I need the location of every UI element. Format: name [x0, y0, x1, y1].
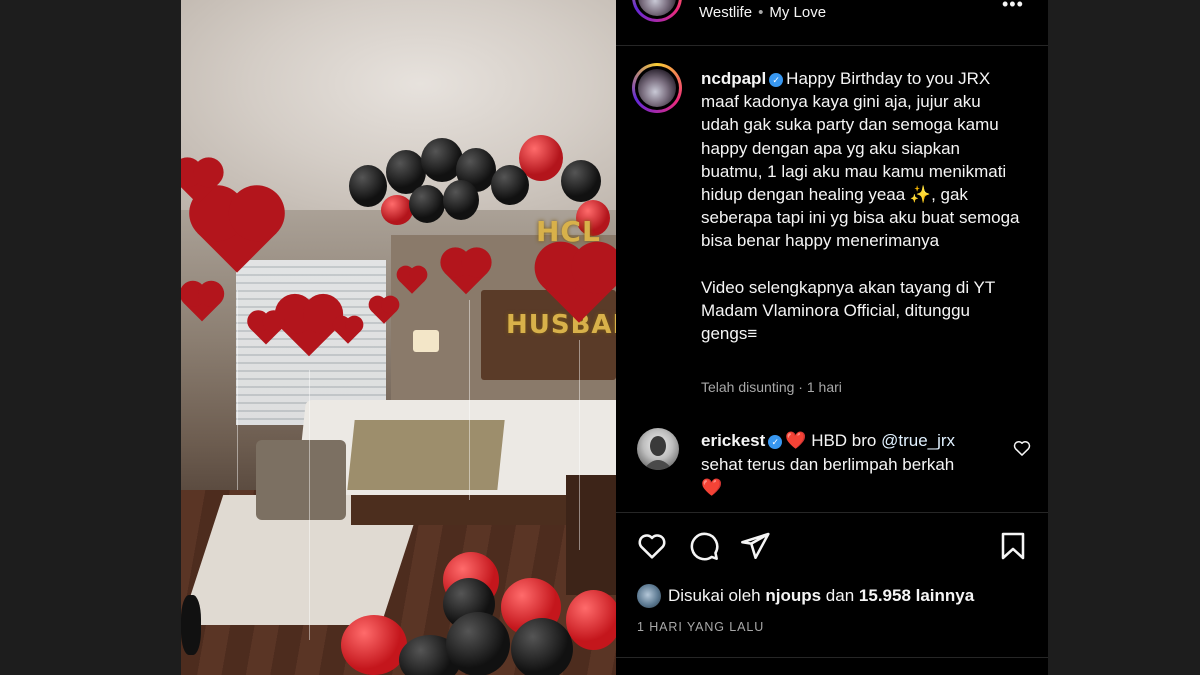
heart-outline-icon[interactable]	[636, 530, 668, 562]
music-artist[interactable]: Westlife	[699, 4, 752, 21]
comment-avatar-image	[643, 436, 673, 470]
comment-text: HBD bro	[811, 431, 877, 450]
balloon-red	[341, 615, 407, 675]
balloon-black	[446, 612, 510, 675]
balloon-red	[566, 590, 616, 650]
comment-mention[interactable]: @true_jrx	[881, 431, 955, 450]
bookmark-icon[interactable]	[997, 530, 1029, 562]
balloon-string	[237, 290, 238, 490]
balloon-string	[309, 370, 310, 640]
balloon-string	[469, 300, 470, 500]
send-icon[interactable]	[739, 530, 771, 562]
header-avatar[interactable]	[632, 0, 682, 22]
music-attribution[interactable]: Westlife • My Love	[699, 4, 826, 21]
footer-divider	[616, 657, 1048, 658]
background-right	[1048, 0, 1200, 675]
header-divider	[616, 45, 1048, 46]
balloon-heart	[181, 275, 230, 322]
caption-text-paragraph2: Video selengkapnya akan tayang di YT Mad…	[701, 277, 995, 344]
action-bar	[616, 530, 1048, 564]
photo-bed-runner	[347, 420, 505, 490]
liker-avatar[interactable]	[637, 584, 661, 608]
balloon-black	[181, 595, 201, 655]
edited-dot: ·	[798, 379, 803, 395]
balloon-red	[381, 195, 413, 225]
edited-time[interactable]: 1 hari	[807, 379, 842, 395]
caption: ncdpapl ✓ Happy Birthday to you JRX maaf k…	[701, 67, 1021, 345]
likes-user[interactable]: njoups	[765, 586, 821, 606]
caption-edited-meta: Telah disunting · 1 hari	[701, 379, 842, 395]
background-left	[0, 0, 181, 675]
caption-avatar[interactable]	[632, 63, 682, 113]
balloon-black	[443, 180, 479, 220]
comment-icon[interactable]	[688, 530, 720, 562]
photo-nightstand	[566, 475, 616, 595]
photo-bench	[256, 440, 346, 520]
caption-text-paragraph1: Happy Birthday to you JRX maaf kadonya k…	[701, 69, 1020, 251]
comment-text-2: sehat terus dan berlimpah berkah	[701, 454, 955, 474]
comment-end-emoji: ❤️	[701, 478, 723, 497]
comment-username[interactable]: erickest	[701, 431, 765, 450]
photo-gold-letters-mid: HUSBAND	[506, 310, 616, 340]
post-photo[interactable]: HCL HUSBAND	[181, 0, 616, 675]
music-track[interactable]: My Love	[769, 4, 826, 21]
balloon-black	[349, 165, 387, 207]
likes-prefix: Disukai oleh	[668, 586, 761, 605]
more-dots-icon[interactable]: •••	[1002, 0, 1024, 15]
balloon-black	[409, 185, 445, 223]
comment: erickest ✓ ❤️ HBD bro @true_jrx sehat teru…	[701, 429, 1001, 500]
balloon-string	[579, 340, 580, 550]
likes-connector: dan	[825, 586, 855, 605]
likes-summary: Disukai oleh njoups dan 15.958 lainnya	[637, 583, 974, 609]
actions-divider	[616, 512, 1048, 513]
photo-lamp	[413, 330, 439, 352]
balloon-black	[561, 160, 601, 202]
comment-avatar[interactable]	[637, 428, 679, 470]
verified-badge-icon: ✓	[769, 73, 784, 87]
post-timestamp[interactable]: 1 HARI YANG LALU	[637, 620, 764, 634]
comment-like-heart-icon[interactable]	[1012, 438, 1032, 458]
balloon-black	[491, 165, 529, 205]
likes-count[interactable]: 15.958 lainnya	[859, 586, 974, 606]
edited-label: Telah disunting	[701, 379, 795, 395]
caption-username[interactable]: ncdpapl	[701, 69, 766, 88]
verified-badge-icon: ✓	[768, 435, 783, 449]
comment-heart-emoji: ❤️	[785, 431, 807, 450]
post-panel: Westlife • My Love ••• ncdpapl ✓ Happy Birth…	[616, 0, 1048, 675]
balloon-black	[511, 618, 573, 675]
